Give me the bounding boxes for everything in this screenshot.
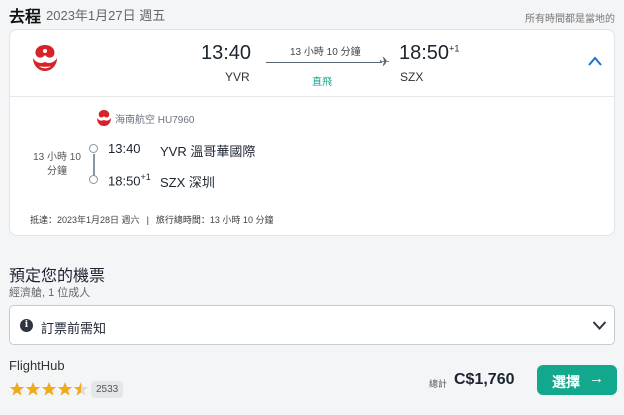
chevron-down-icon [592,321,607,330]
departure-airport-code: YVR [225,70,250,84]
star-icon [73,382,89,396]
segment-arrival-offset: +1 [140,172,151,182]
segment-arrival-time: 18:50+1 [108,172,151,189]
arrival-airport-code: SZX [400,70,424,84]
info-icon: i [20,319,33,332]
flight-footer: 抵達：2023年1月28日 週六 | 旅行總時間：13 小時 10 分鐘 [30,213,273,226]
review-count[interactable]: 2533 [91,381,124,398]
outbound-title: 去程 [9,9,42,26]
timeline-start-dot [89,144,98,153]
total-travel-value: 13 小時 10 分鐘 [209,215,274,225]
stops-label: 直飛 [312,77,332,88]
segment-duration-line-2: 分鐘 [47,166,67,177]
arrow-right-icon: → [589,370,604,387]
star-icon [9,382,25,396]
hainan-airlines-logo-icon [33,45,57,71]
arrives-label: 抵達： [30,215,58,225]
arrival-time: 18:50+1 [399,42,460,64]
segment-duration: 13 小時 10 分鐘 [28,151,86,179]
provider-name: FlightHub [9,358,65,373]
flight-duration: 13 小時 10 分鐘 [290,47,361,58]
segment-departure-time: 13:40 [108,141,141,156]
total-travel-label: 旅行總時間： [155,215,210,225]
select-label: 選擇 [552,374,580,390]
notice-label: 訂票前需知 [41,321,107,336]
airline-logo-icon [94,109,114,127]
total-label: 總計 [429,379,448,389]
star-icon [41,382,57,396]
trip-header: 去程 2023年1月27日 週五 所有時間都是當地的 [0,0,624,26]
segment-departure-place: YVR 溫哥華國際 [160,144,256,159]
airline-name: 海南航空 HU7960 [115,115,195,126]
select-button[interactable]: 選擇 → [537,365,617,395]
booking-title: 預定您的機票 [9,268,106,285]
airplane-icon: ✈ [379,54,390,69]
star-icon [57,382,73,396]
departure-time: 13:40 [201,42,252,64]
timezone-note: 所有時間都是當地的 [525,14,615,25]
total-price: C$1,760 [454,371,515,388]
outbound-date: 2023年1月27日 週五 [46,8,166,23]
footer-separator: | [146,215,149,225]
segment-arrival-place: SZX 深圳 [160,175,215,190]
booking-notice-dropdown[interactable]: i 訂票前需知 [9,305,615,345]
arrival-day-offset: +1 [449,43,460,54]
flight-summary[interactable]: 13:40 YVR 13 小時 10 分鐘 ✈ 直飛 18:50+1 SZX [10,30,614,97]
star-icon [25,382,41,396]
booking-subtitle: 經濟艙, 1 位成人 [9,287,91,299]
flight-card: 13:40 YVR 13 小時 10 分鐘 ✈ 直飛 18:50+1 SZX 海… [9,29,615,236]
chevron-up-icon[interactable] [587,55,603,67]
route-line [266,62,382,63]
segment-duration-line-1: 13 小時 10 [33,152,81,163]
timeline-end-dot [89,175,98,184]
arrives-value: 2023年1月28日 週六 [57,215,140,225]
